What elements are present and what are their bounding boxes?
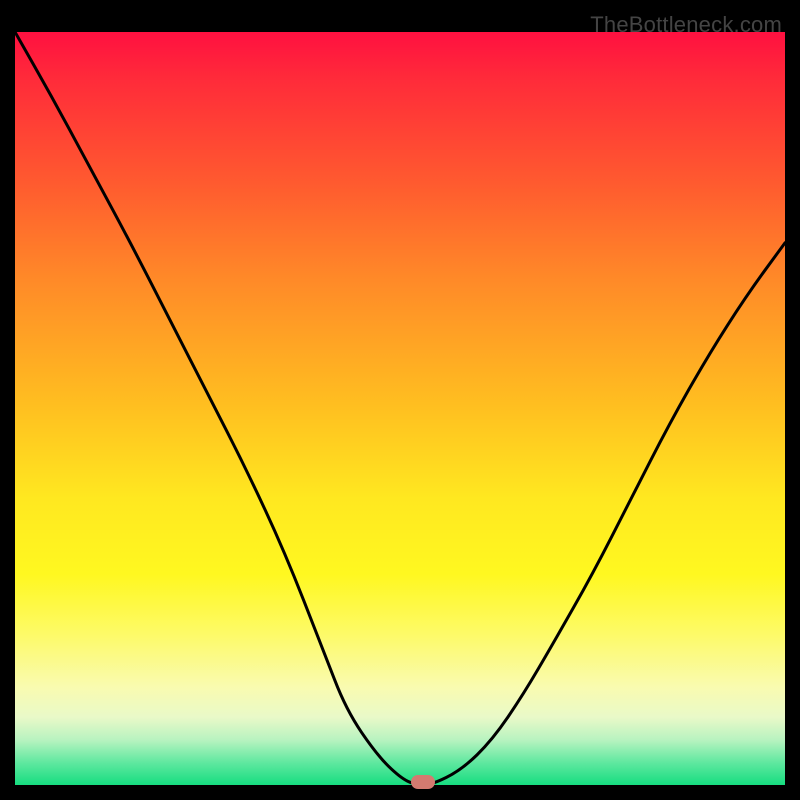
bottleneck-curve <box>15 32 785 785</box>
optimal-marker <box>411 775 435 789</box>
plot-area <box>15 32 785 785</box>
chart-frame: TheBottleneck.com <box>15 15 785 785</box>
